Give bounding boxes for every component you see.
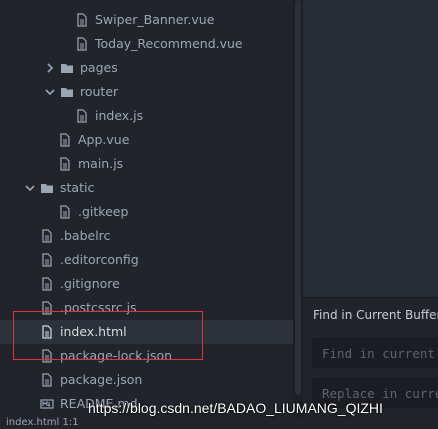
find-input[interactable] bbox=[312, 338, 438, 368]
file-icon bbox=[75, 37, 89, 51]
tree-item-file[interactable]: main.js bbox=[0, 152, 293, 176]
tree-item-label: router bbox=[80, 84, 119, 99]
file-icon bbox=[75, 109, 89, 123]
file-icon bbox=[40, 253, 54, 267]
tree-scrollbar[interactable] bbox=[295, 0, 301, 395]
tree-item-label: package-lock.json bbox=[60, 348, 173, 363]
file-icon bbox=[75, 13, 89, 27]
tree-item-label: pages bbox=[80, 60, 118, 75]
tree-item-label: .gitignore bbox=[60, 276, 120, 291]
tree-item-file[interactable]: .gitkeep bbox=[0, 200, 293, 224]
tree-item-label: .gitkeep bbox=[78, 204, 129, 219]
find-panel-title: Find in Current Buffer bbox=[313, 308, 438, 322]
file-icon bbox=[58, 133, 72, 147]
tree-item-label: .babelrc bbox=[60, 228, 111, 243]
tree-item-folder-static[interactable]: static bbox=[0, 176, 293, 200]
folder-icon bbox=[60, 61, 74, 75]
file-icon bbox=[40, 325, 54, 339]
file-icon bbox=[58, 205, 72, 219]
tree-item-label: Swiper_Banner.vue bbox=[95, 12, 215, 27]
tree-item-folder-pages[interactable]: pages bbox=[0, 56, 293, 80]
tree-item-file[interactable]: Today_Recommend.vue bbox=[0, 32, 293, 56]
folder-open-icon bbox=[60, 85, 74, 99]
tree-item-label: main.js bbox=[78, 156, 124, 171]
status-bar: index.html 1:1 bbox=[0, 417, 438, 429]
markdown-icon bbox=[40, 397, 54, 411]
file-icon bbox=[58, 157, 72, 171]
tree-item-label: package.json bbox=[60, 372, 143, 387]
tree-item-label: .editorconfig bbox=[60, 252, 139, 267]
chevron-right-icon bbox=[44, 62, 56, 74]
tree-item-file[interactable]: .postcssrc.js bbox=[0, 296, 293, 320]
tree-item-file[interactable]: package-lock.json bbox=[0, 344, 293, 368]
file-icon bbox=[40, 373, 54, 387]
tree-item-file[interactable]: .babelrc bbox=[0, 224, 293, 248]
watermark-text: https://blog.csdn.net/BADAO_LIUMANG_QIZH… bbox=[88, 400, 383, 416]
tree-item-file[interactable]: .editorconfig bbox=[0, 248, 293, 272]
tree-view: Swiper_Banner.vue Today_Recommend.vue pa… bbox=[0, 0, 293, 429]
tree-item-label: .postcssrc.js bbox=[60, 300, 137, 315]
tree-item-label: index.js bbox=[95, 108, 144, 123]
chevron-down-icon bbox=[24, 182, 36, 194]
file-icon bbox=[40, 277, 54, 291]
tree-item-file[interactable]: index.js bbox=[0, 104, 293, 128]
tree-item-file-selected[interactable]: index.html bbox=[0, 320, 293, 344]
tree-item-file[interactable]: App.vue bbox=[0, 128, 293, 152]
folder-open-icon bbox=[40, 181, 54, 195]
chevron-down-icon bbox=[44, 86, 56, 98]
tree-item-label: App.vue bbox=[78, 132, 130, 147]
tree-item-file[interactable]: package.json bbox=[0, 368, 293, 392]
tree-item-folder-router[interactable]: router bbox=[0, 80, 293, 104]
tree-item-file[interactable]: Swiper_Banner.vue bbox=[0, 8, 293, 32]
tree-item-label: Today_Recommend.vue bbox=[95, 36, 243, 51]
file-icon bbox=[40, 229, 54, 243]
tree-item-label: index.html bbox=[60, 324, 127, 339]
tree-item-file[interactable]: .gitignore bbox=[0, 272, 293, 296]
tree-item-label: static bbox=[60, 180, 95, 195]
file-icon bbox=[40, 301, 54, 315]
file-icon bbox=[40, 349, 54, 363]
